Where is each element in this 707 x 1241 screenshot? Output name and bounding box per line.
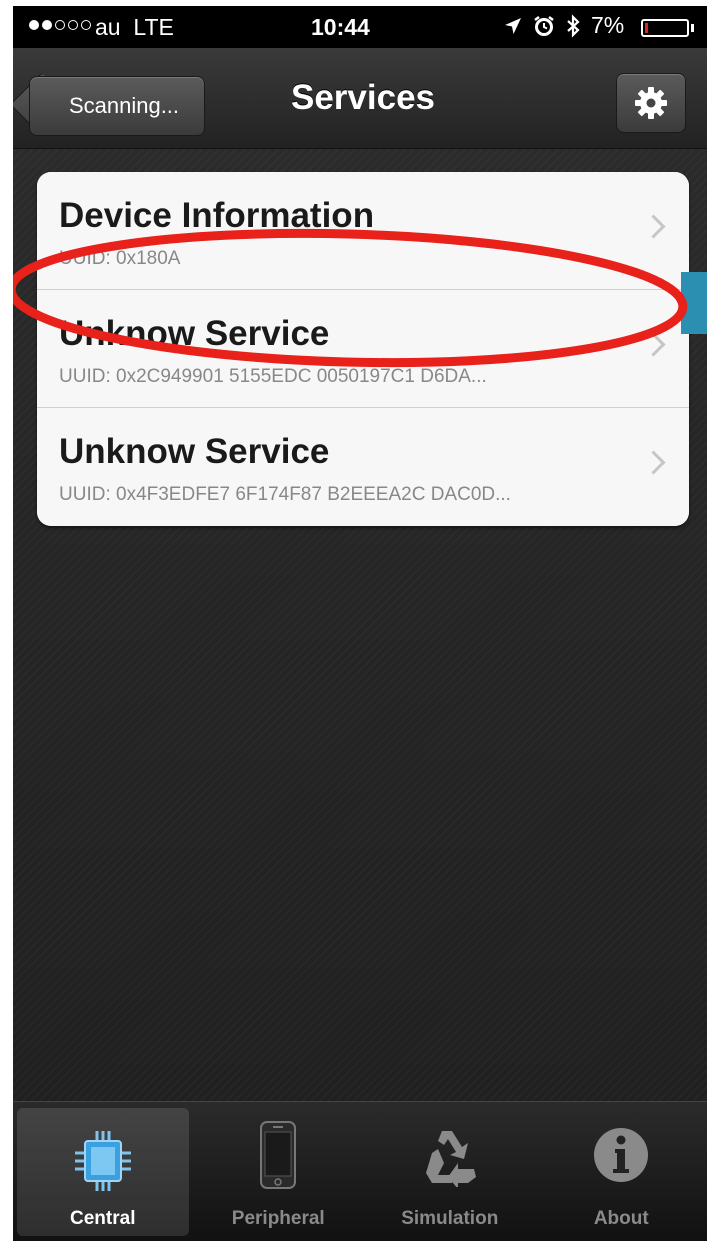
tab-peripheral[interactable]: Peripheral	[193, 1102, 365, 1241]
tab-label: Peripheral	[231, 1208, 325, 1229]
edge-marker	[681, 272, 707, 334]
recycle-icon	[418, 1120, 482, 1190]
signal-strength-icon	[29, 20, 91, 30]
network-type: LTE	[133, 14, 174, 40]
bluetooth-icon	[567, 13, 580, 38]
phone-icon	[246, 1120, 310, 1190]
battery-tip	[691, 24, 694, 32]
navigation-bar: Scanning... Services	[13, 48, 707, 149]
chevron-right-icon	[641, 450, 666, 475]
tab-about[interactable]: About	[536, 1102, 707, 1241]
carrier-name: au	[95, 14, 121, 40]
service-uuid: UUID: 0x180A	[59, 248, 181, 269]
status-time: 10:44	[311, 14, 370, 40]
back-button[interactable]: Scanning...	[29, 76, 205, 136]
battery-percent: 7%	[591, 12, 625, 38]
tab-central[interactable]: Central	[17, 1108, 189, 1236]
carrier-label: au LTE	[95, 14, 174, 41]
service-title: Unknow Service	[59, 432, 330, 471]
info-icon	[589, 1120, 653, 1190]
tab-label: Simulation	[401, 1208, 499, 1229]
settings-button[interactable]	[616, 73, 686, 133]
phone-screen: au LTE 10:44 7% Scanning... Services Dev…	[13, 6, 707, 1241]
service-list: Device Information UUID: 0x180A Unknow S…	[37, 172, 689, 526]
tab-label: Central	[70, 1208, 136, 1229]
alarm-icon	[534, 15, 554, 36]
chevron-right-icon	[641, 332, 666, 357]
service-title: Device Information	[59, 196, 375, 235]
service-uuid: UUID: 0x4F3EDFE7 6F174F87 B2EEEA2C DAC0D…	[59, 484, 511, 505]
service-title: Unknow Service	[59, 314, 330, 353]
service-row-unknown-1[interactable]: Unknow Service UUID: 0x2C949901 5155EDC …	[37, 290, 689, 408]
tab-label: About	[593, 1208, 649, 1229]
page-title: Services	[290, 78, 436, 117]
gear-icon	[635, 87, 667, 119]
service-row-unknown-2[interactable]: Unknow Service UUID: 0x4F3EDFE7 6F174F87…	[37, 408, 689, 526]
battery-icon	[641, 19, 689, 37]
service-uuid: UUID: 0x2C949901 5155EDC 0050197C1 D6DA.…	[59, 366, 487, 387]
chip-icon	[71, 1126, 135, 1196]
tab-bar: Central Peripheral Simulation About	[13, 1101, 707, 1241]
chevron-right-icon	[641, 214, 666, 239]
tab-simulation[interactable]: Simulation	[364, 1102, 536, 1241]
status-bar: au LTE 10:44 7%	[13, 6, 707, 48]
location-arrow-icon	[505, 17, 521, 34]
battery-level	[645, 23, 648, 33]
status-icons: 7%	[503, 12, 624, 39]
service-row-device-information[interactable]: Device Information UUID: 0x180A	[37, 172, 689, 290]
